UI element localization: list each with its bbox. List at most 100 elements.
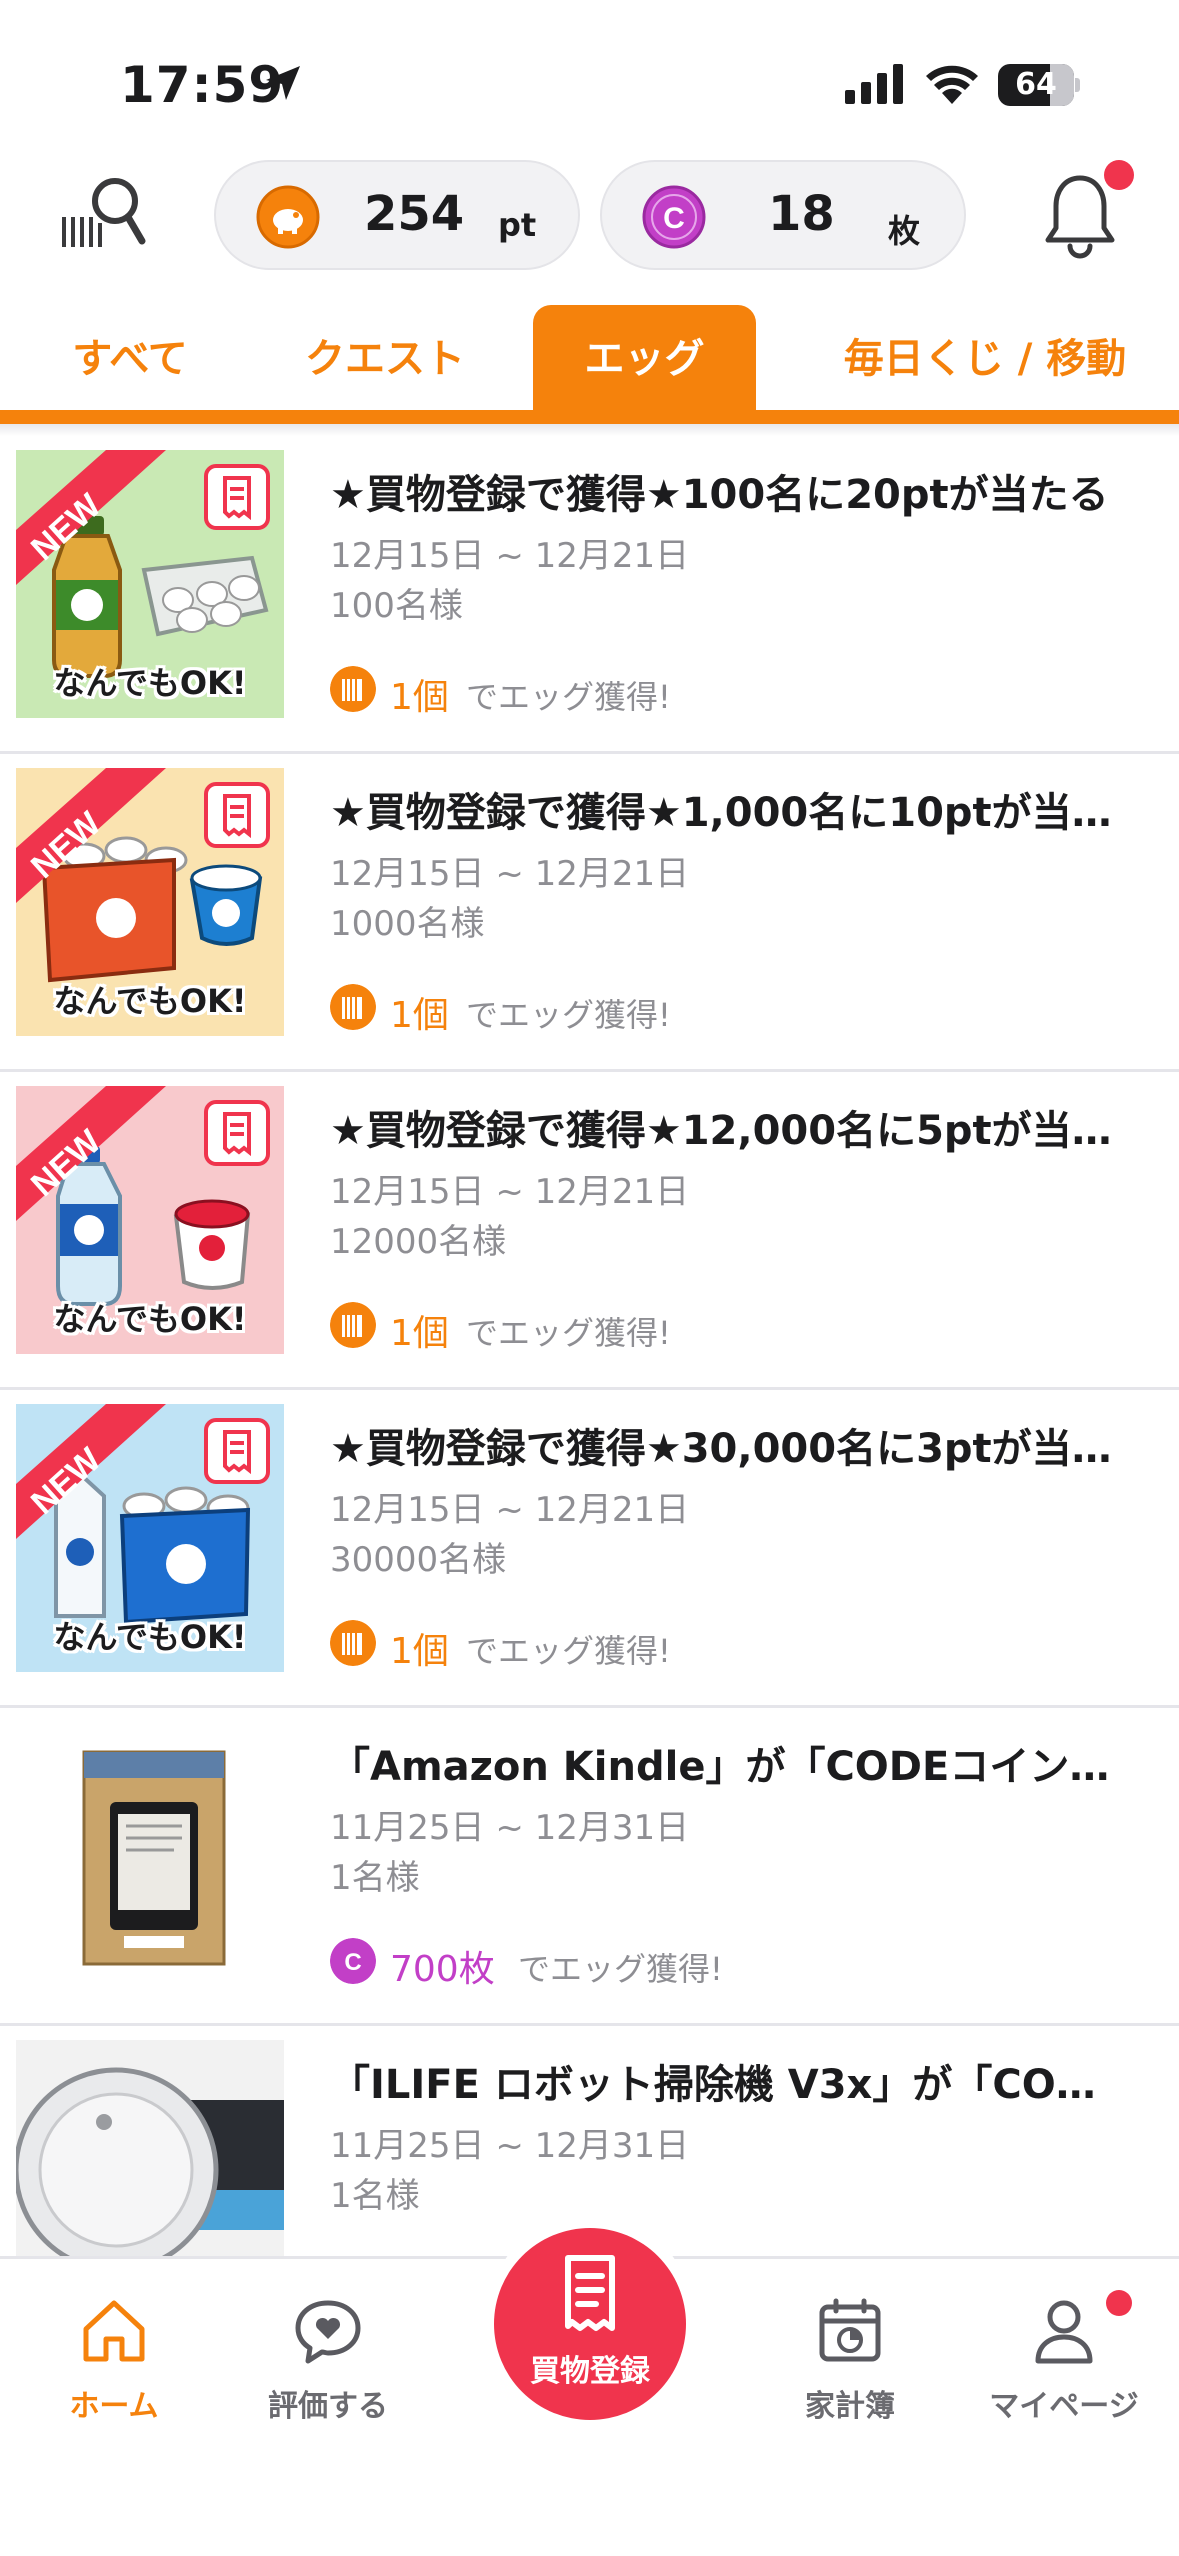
coins-value: 18 <box>768 186 835 242</box>
coins-balance[interactable]: C 18 枚 <box>600 160 966 270</box>
thumb-caption: なんでもOK! <box>53 1618 247 1656</box>
item-thumbnail: NEW なんでもOK! <box>16 768 284 1036</box>
reward-suffix: でエッグ獲得! <box>466 678 671 716</box>
reward-amount: 1個 <box>390 1631 449 1672</box>
receipt-icon <box>565 2255 615 2331</box>
reward-suffix: でエッグ獲得! <box>518 1950 723 1988</box>
item-title: ★買物登録で獲得★12,000名に5ptが当たる <box>330 1108 1120 1154</box>
item-count: 12000名様 <box>330 1222 507 1262</box>
cellular-signal-icon <box>845 64 903 104</box>
item-title: 「ILIFE ロボット掃除機 V3x」が「CODEコイン」で当たる <box>330 2062 1120 2108</box>
home-icon <box>83 2300 145 2362</box>
list-item[interactable]: NEW なんでもOK! ★買物登録で獲得★100名に20ptが当たる 12月15… <box>0 436 1179 754</box>
item-date: 11月25日 ~ 12月31日 <box>330 1808 690 1848</box>
item-count: 100名様 <box>330 586 463 626</box>
reward-suffix: でエッグ獲得! <box>466 996 671 1034</box>
egg-list: NEW なんでもOK! ★買物登録で獲得★100名に20ptが当たる 12月15… <box>0 436 1179 2256</box>
list-item[interactable]: 「Amazon Kindle」が「CODEコイン 700枚」で当たる 11月25… <box>0 1708 1179 2026</box>
item-date: 12月15日 ~ 12月21日 <box>330 536 690 576</box>
wifi-icon <box>926 65 978 104</box>
nav-mypage[interactable]: マイページ <box>964 2295 1164 2455</box>
coin-letter: C <box>663 202 685 235</box>
item-thumbnail <box>16 1722 284 1990</box>
tab-daily-lottery[interactable]: 毎日くじ / 移動 <box>820 305 1150 413</box>
coins-unit: 枚 <box>888 212 921 250</box>
item-title: 「Amazon Kindle」が「CODEコイン 700枚」で当たる <box>330 1744 1120 1790</box>
new-ribbon: NEW <box>16 768 166 903</box>
thumb-caption: なんでもOK! <box>53 1300 247 1338</box>
receipt-egg-icon <box>330 666 376 712</box>
item-title: ★買物登録で獲得★100名に20ptが当たる <box>330 472 1109 518</box>
code-coin-icon: C <box>330 1938 376 1984</box>
item-count: 1名様 <box>330 1858 420 1898</box>
robot-vacuum-illustration <box>16 2067 284 2256</box>
speech-heart-icon <box>295 2300 361 2364</box>
calendar-chart-icon <box>819 2298 881 2362</box>
mypage-badge <box>1106 2290 1132 2316</box>
nav-review[interactable]: 評価する <box>228 2295 428 2455</box>
new-ribbon: NEW <box>16 1404 166 1539</box>
points-value: 254 <box>364 186 465 242</box>
list-item[interactable]: NEW なんでもOK! ★買物登録で獲得★30,000名に3ptが当たる 12月… <box>0 1390 1179 1708</box>
points-balance[interactable]: 254 pt <box>214 160 580 270</box>
receipt-icon <box>204 464 270 530</box>
tab-underline <box>0 410 1179 424</box>
coin-letter: C <box>344 1949 361 1976</box>
receipt-egg-icon <box>330 984 376 1030</box>
reward-suffix: でエッグ獲得! <box>466 1632 671 1670</box>
points-unit: pt <box>498 206 537 244</box>
nav-review-label: 評価する <box>268 2389 388 2424</box>
reward-amount: 1個 <box>390 995 449 1036</box>
item-thumbnail <box>16 2040 284 2256</box>
tab-quest[interactable]: クエスト <box>280 305 490 413</box>
barcode-search-icon[interactable] <box>60 175 150 265</box>
user-icon <box>1035 2300 1093 2364</box>
status-bar: 17:59 64 <box>0 0 1179 150</box>
nav-home[interactable]: ホーム <box>14 2295 214 2455</box>
thumb-caption: なんでもOK! <box>53 982 247 1020</box>
receipt-icon <box>204 1418 270 1484</box>
notification-badge <box>1104 160 1134 190</box>
code-coin-icon: C <box>642 185 706 249</box>
item-thumbnail: NEW なんでもOK! <box>16 450 284 718</box>
item-date: 12月15日 ~ 12月21日 <box>330 1490 690 1530</box>
battery-indicator: 64 <box>998 64 1080 106</box>
list-item[interactable]: NEW なんでもOK! ★買物登録で獲得★12,000名に5ptが当たる 12月… <box>0 1072 1179 1390</box>
battery-level: 64 <box>1015 67 1057 102</box>
status-time: 17:59 <box>120 56 285 114</box>
reward-amount: 1個 <box>390 677 449 718</box>
register-purchase-label: 買物登録 <box>530 2354 650 2389</box>
receipt-egg-icon <box>330 1620 376 1666</box>
item-thumbnail: NEW なんでもOK! <box>16 1086 284 1354</box>
list-item[interactable]: NEW なんでもOK! ★買物登録で獲得★1,000名に10ptが当たる 12月… <box>0 754 1179 1072</box>
new-ribbon: NEW <box>16 1086 166 1221</box>
tab-all[interactable]: すべて <box>30 305 230 413</box>
kindle-box-illustration <box>82 1750 226 1966</box>
item-title: ★買物登録で獲得★1,000名に10ptが当たる <box>330 790 1120 836</box>
register-purchase-button[interactable]: 買物登録 <box>494 2228 686 2420</box>
item-count: 1名様 <box>330 2176 420 2216</box>
nav-household[interactable]: 家計簿 <box>750 2295 950 2455</box>
nav-home-label: ホーム <box>69 2389 159 2424</box>
location-arrow-icon <box>266 66 300 100</box>
new-ribbon: NEW <box>16 450 166 585</box>
point-coin-icon <box>256 185 320 249</box>
nav-mypage-label: マイページ <box>989 2389 1139 2424</box>
tab-egg[interactable]: エッグ <box>533 305 756 413</box>
receipt-egg-icon <box>330 1302 376 1348</box>
notification-bell-icon[interactable] <box>1042 172 1118 262</box>
reward-suffix: でエッグ獲得! <box>466 1314 671 1352</box>
nav-household-label: 家計簿 <box>805 2389 895 2424</box>
receipt-icon <box>204 782 270 848</box>
reward-amount: 1個 <box>390 1313 449 1354</box>
item-thumbnail: NEW なんでもOK! <box>16 1404 284 1672</box>
category-tabs: すべて クエスト エッグ 毎日くじ / 移動 <box>0 305 1179 425</box>
item-date: 12月15日 ~ 12月21日 <box>330 1172 690 1212</box>
item-title: ★買物登録で獲得★30,000名に3ptが当たる <box>330 1426 1120 1472</box>
reward-amount: 700枚 <box>390 1949 495 1990</box>
thumb-caption: なんでもOK! <box>53 664 247 702</box>
receipt-icon <box>204 1100 270 1166</box>
item-count: 1000名様 <box>330 904 485 944</box>
item-date: 12月15日 ~ 12月21日 <box>330 854 690 894</box>
item-date: 11月25日 ~ 12月31日 <box>330 2126 690 2166</box>
